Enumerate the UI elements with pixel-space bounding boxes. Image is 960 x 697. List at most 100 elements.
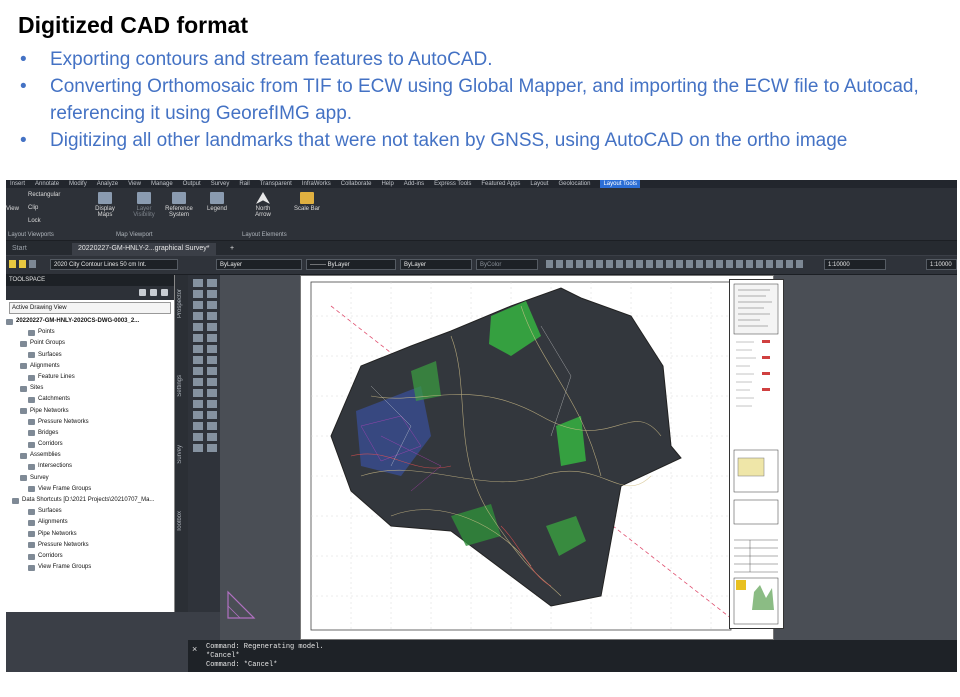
tree-item[interactable]: Pipe Networks (6, 529, 174, 540)
toolspace-icon[interactable] (139, 289, 146, 296)
tool-icon[interactable] (596, 260, 603, 268)
tool-icon[interactable] (207, 444, 217, 452)
tool-icon[interactable] (193, 411, 203, 419)
tree-item[interactable]: Assemblies (6, 450, 174, 461)
tool-icon[interactable] (746, 260, 753, 268)
tool-icon[interactable] (207, 389, 217, 397)
ribbon-tab[interactable]: Express Tools (434, 180, 471, 188)
tool-icon[interactable] (193, 422, 203, 430)
close-icon[interactable]: × (192, 644, 197, 654)
tool-icon[interactable] (193, 356, 203, 364)
tool-icon[interactable] (776, 260, 783, 268)
north-arrow-button[interactable]: North Arrow (250, 192, 276, 218)
pencil-tool-icon[interactable] (207, 279, 217, 287)
scale-dropdown[interactable]: 1:10000 (824, 259, 886, 270)
tool-icon[interactable] (756, 260, 763, 268)
tool-icon[interactable] (193, 334, 203, 342)
tree-root-shortcuts[interactable]: Data Shortcuts [D:\2021 Projects\2021070… (6, 495, 174, 506)
rectangular-button[interactable]: Rectangular (28, 192, 60, 198)
help-icon[interactable] (161, 289, 168, 296)
tool-icon[interactable] (576, 260, 583, 268)
view-button[interactable]: View (6, 206, 19, 212)
tool-icon[interactable] (193, 345, 203, 353)
tool-icon[interactable] (786, 260, 793, 268)
tool-icon[interactable] (676, 260, 683, 268)
tree-item[interactable]: Catchments (6, 394, 174, 405)
tree-item[interactable]: Corridors (6, 439, 174, 450)
tool-icon[interactable] (207, 312, 217, 320)
tree-item[interactable]: Surfaces (6, 506, 174, 517)
ribbon-tab[interactable]: InfraWorks (302, 180, 331, 188)
tab-settings[interactable]: Settings (177, 375, 183, 397)
tool-icon[interactable] (626, 260, 633, 268)
color-dropdown[interactable]: ByLayer (216, 259, 302, 270)
tool-icon[interactable] (706, 260, 713, 268)
ribbon-tab-active[interactable]: Layout Tools (600, 180, 641, 188)
ribbon-tab[interactable]: Geolocation (558, 180, 590, 188)
tool-icon[interactable] (193, 367, 203, 375)
legend-button[interactable]: Legend (204, 192, 230, 212)
tree-item[interactable]: Points (6, 327, 174, 338)
tool-icon[interactable] (586, 260, 593, 268)
tool-icon[interactable] (193, 290, 203, 298)
annotation-scale-dropdown[interactable]: 1:10000 (926, 259, 957, 270)
toolspace-icon[interactable] (150, 289, 157, 296)
tool-icon[interactable] (193, 378, 203, 386)
tree-item[interactable]: Feature Lines (6, 372, 174, 383)
tool-icon[interactable] (207, 301, 217, 309)
command-line[interactable]: × Command: Regenerating model. *Cancel* … (188, 640, 957, 672)
tool-icon[interactable] (207, 290, 217, 298)
lineweight-dropdown[interactable]: ByLayer (400, 259, 472, 270)
layer-visibility-button[interactable]: Layer Visibility (130, 192, 158, 218)
tab-prospector[interactable]: Prospector (177, 289, 183, 318)
reference-system-button[interactable]: Reference System (162, 192, 196, 218)
tool-icon[interactable] (207, 422, 217, 430)
tool-icon[interactable] (566, 260, 573, 268)
tree-item[interactable]: Intersections (6, 461, 174, 472)
tool-icon[interactable] (726, 260, 733, 268)
ribbon-tab[interactable]: Modify (69, 180, 87, 188)
ribbon-tab[interactable]: Rail (239, 180, 249, 188)
tree-item[interactable]: Alignments (6, 361, 174, 372)
tool-icon[interactable] (207, 367, 217, 375)
tool-icon[interactable] (606, 260, 613, 268)
ribbon-tab[interactable]: Analyze (97, 180, 118, 188)
tool-icon[interactable] (636, 260, 643, 268)
view-mode-dropdown[interactable]: Active Drawing View (9, 302, 171, 314)
tab-drawing[interactable]: 20220227-GM-HNLY-2...graphical Survey* (72, 243, 216, 255)
tool-icon[interactable] (796, 260, 803, 268)
tree-item[interactable]: Pressure Networks (6, 540, 174, 551)
ribbon-tab[interactable]: Featured Apps (481, 180, 520, 188)
ribbon-tab[interactable]: Annotate (35, 180, 59, 188)
ribbon-tab[interactable]: Collaborate (341, 180, 372, 188)
ribbon-tab[interactable]: Output (183, 180, 201, 188)
tool-icon[interactable] (666, 260, 673, 268)
ribbon-tab[interactable]: Transparent (260, 180, 292, 188)
linetype-dropdown[interactable]: -------- ByLayer (306, 259, 396, 270)
tab-start[interactable]: Start (6, 243, 33, 255)
tool-icon[interactable] (716, 260, 723, 268)
tree-item[interactable]: Bridges (6, 428, 174, 439)
ribbon-tab[interactable]: Manage (151, 180, 173, 188)
ribbon-tab[interactable]: Insert (10, 180, 25, 188)
tree-item[interactable]: Surfaces (6, 350, 174, 361)
tree-item[interactable]: Point Groups (6, 338, 174, 349)
ribbon-tab[interactable]: View (128, 180, 141, 188)
tool-icon[interactable] (207, 323, 217, 331)
tree-item[interactable]: Alignments (6, 517, 174, 528)
tool-icon[interactable] (696, 260, 703, 268)
tool-icon[interactable] (736, 260, 743, 268)
line-tool-icon[interactable] (193, 279, 203, 287)
tree-item[interactable]: Pressure Networks (6, 417, 174, 428)
tool-icon[interactable] (686, 260, 693, 268)
ribbon-tab[interactable]: Add-ins (404, 180, 424, 188)
tool-icon[interactable] (656, 260, 663, 268)
ribbon-tab[interactable]: Layout (530, 180, 548, 188)
ribbon-tab[interactable]: Help (381, 180, 393, 188)
tool-icon[interactable] (193, 400, 203, 408)
lock-button[interactable]: Lock (28, 218, 41, 224)
tree-root-drawing[interactable]: 20220227-GM-HNLY-2020CS-DWG-0003_2... (6, 316, 174, 327)
tree-item[interactable]: Survey (6, 473, 174, 484)
tab-survey[interactable]: Survey (177, 445, 183, 464)
tool-icon[interactable] (207, 345, 217, 353)
